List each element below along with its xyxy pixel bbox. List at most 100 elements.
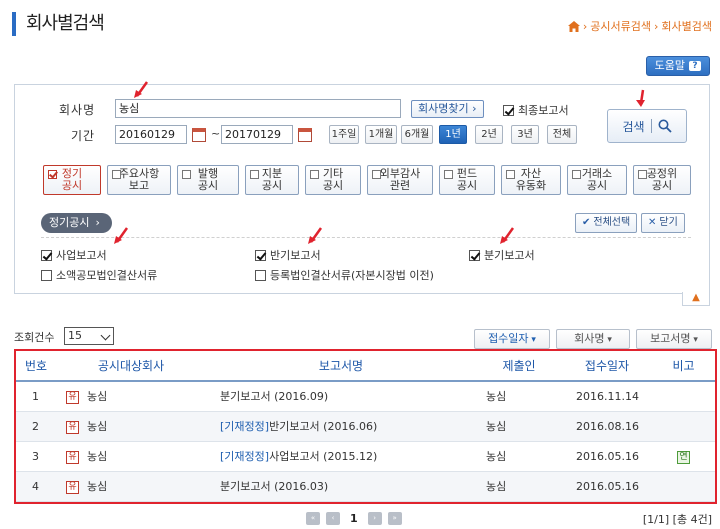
checkbox-icon xyxy=(255,269,266,281)
company-name[interactable]: 농심 xyxy=(87,390,107,403)
securities-market-badge: 유 xyxy=(66,420,79,434)
period-2year-button[interactable]: 2년 xyxy=(475,125,503,144)
prev-page-icon[interactable]: ‹ xyxy=(326,512,340,525)
row-report[interactable]: 분기보고서 (2016.03) xyxy=(206,471,476,502)
breadcrumb-item-1[interactable]: 공시서류검색 xyxy=(590,18,651,34)
row-company[interactable]: 유 농심 xyxy=(56,471,206,502)
checkbox-icon xyxy=(310,170,319,179)
category-label: 공시 xyxy=(322,179,344,192)
home-icon[interactable] xyxy=(567,20,580,32)
report-name[interactable]: 분기보고서 (2016.03) xyxy=(220,480,328,493)
row-report[interactable]: 분기보고서 (2016.09) xyxy=(206,381,476,412)
help-button[interactable]: 도움말 ? xyxy=(645,56,710,76)
company-name[interactable]: 농심 xyxy=(87,420,107,433)
divider xyxy=(650,119,652,133)
option-small-offering[interactable]: 소액공모법인결산서류 xyxy=(41,267,157,283)
row-report[interactable]: [기재정정]반기보고서 (2016.06) xyxy=(206,411,476,442)
next-page-icon[interactable]: › xyxy=(367,512,382,525)
company-find-button[interactable]: 회사명찾기 › xyxy=(411,100,484,118)
category-button[interactable]: 거래소 공시 xyxy=(567,165,627,195)
report-name[interactable]: 분기보고서 (2016.09) xyxy=(220,390,328,403)
row-company[interactable]: 유 농심 xyxy=(56,381,206,412)
option-quarter-report[interactable]: 분기보고서 xyxy=(469,247,535,263)
checkbox-icon xyxy=(638,170,647,179)
row-submitter: 농심 xyxy=(476,441,562,472)
first-page-icon[interactable]: « xyxy=(306,512,320,525)
period-6month-button[interactable]: 6개월 xyxy=(401,125,433,144)
category-button[interactable]: 공정위 공시 xyxy=(633,165,691,195)
close-label: 닫기 xyxy=(659,217,678,228)
period-3year-button[interactable]: 3년 xyxy=(511,125,539,144)
column-header-note: 비고 xyxy=(652,351,715,382)
category-button[interactable]: 펀드 공시 xyxy=(439,165,495,195)
row-company[interactable]: 유 농심 xyxy=(56,411,206,442)
current-page[interactable]: 1 xyxy=(346,512,362,525)
period-label: 기간 xyxy=(71,129,96,143)
company-input[interactable]: 농심 xyxy=(115,99,401,118)
date-from-input[interactable]: 20160129 xyxy=(115,125,187,144)
collapse-button[interactable]: ▲ xyxy=(682,292,710,306)
company-name[interactable]: 농심 xyxy=(87,480,107,493)
company-name[interactable]: 농심 xyxy=(87,450,107,463)
last-page-icon[interactable]: » xyxy=(387,512,402,525)
report-name[interactable]: 반기보고서 (2016.06) xyxy=(269,420,377,433)
category-button[interactable]: 자산 유동화 xyxy=(501,165,561,195)
close-button[interactable]: ✕ 닫기 xyxy=(641,213,685,233)
report-prefix[interactable]: [기재정정] xyxy=(220,450,269,463)
period-1year-button[interactable]: 1년 xyxy=(439,125,467,144)
row-note xyxy=(652,471,715,502)
category-label: 보고 xyxy=(128,179,150,192)
option-registered-corp[interactable]: 등록법인결산서류(자본시장법 이전) xyxy=(255,267,434,283)
option-business-report[interactable]: 사업보고서 xyxy=(41,247,107,263)
table-row[interactable]: 2 유 농심 [기재정정]반기보고서 (2016.06) 농심 2016.08.16 xyxy=(16,411,715,442)
period-1week-button[interactable]: 1주일 xyxy=(329,125,359,144)
table-row[interactable]: 4 유 농심 분기보고서 (2016.03) 농심 2016.05.16 xyxy=(16,471,715,502)
period-1month-button[interactable]: 1개월 xyxy=(365,125,397,144)
securities-market-badge: 유 xyxy=(66,390,79,404)
checkbox-icon xyxy=(250,170,259,179)
column-header-submitter: 제출인 xyxy=(476,351,562,382)
category-label: 공시 xyxy=(261,179,283,192)
column-header-report: 보고서명 xyxy=(206,351,476,382)
consolidated-badge[interactable]: 연 xyxy=(677,450,690,464)
securities-market-badge: 유 xyxy=(66,480,79,494)
row-note xyxy=(652,411,715,442)
sort-report-button[interactable]: 보고서명 xyxy=(636,329,712,349)
row-note: 연 xyxy=(652,441,715,472)
table-row[interactable]: 1 유 농심 분기보고서 (2016.09) 농심 2016.11.14 xyxy=(16,381,715,412)
table-row[interactable]: 3 유 농심 [기재정정]사업보고서 (2015.12) 농심 2016.05.16 연 xyxy=(16,441,715,472)
category-label: 공시 xyxy=(651,179,673,192)
breadcrumb-item-2[interactable]: 회사별검색 xyxy=(661,18,712,34)
category-button[interactable]: 정기 공시 xyxy=(43,165,101,195)
period-all-button[interactable]: 전체 xyxy=(547,125,577,144)
latest-report-checkbox[interactable]: 최종보고서 xyxy=(503,102,569,118)
select-all-button[interactable]: ✔ 전체선택 xyxy=(575,213,638,233)
row-note xyxy=(652,381,715,412)
date-to-input[interactable]: 20170129 xyxy=(221,125,293,144)
search-form: 회사명 농심 회사명찾기 › 최종보고서 기간 20160129 ~ 20170… xyxy=(14,81,710,294)
breadcrumb: › 공시서류검색 › 회사별검색 xyxy=(567,18,712,34)
category-button[interactable]: 발행 공시 xyxy=(177,165,239,195)
red-arrow-icon xyxy=(500,227,515,244)
category-button[interactable]: 외부감사 관련 xyxy=(367,165,433,195)
checkbox-icon xyxy=(572,170,581,179)
search-button[interactable]: 검색 xyxy=(607,109,687,143)
report-prefix[interactable]: [기재정정] xyxy=(220,420,269,433)
option-half-report[interactable]: 반기보고서 xyxy=(255,247,321,263)
category-button[interactable]: 지분 공시 xyxy=(245,165,299,195)
pagination: « ‹ 1 › » xyxy=(306,512,402,525)
calendar-icon[interactable] xyxy=(298,128,312,142)
red-arrow-icon xyxy=(134,81,149,98)
calendar-icon[interactable] xyxy=(192,128,206,142)
category-button[interactable]: 기타 공시 xyxy=(305,165,361,195)
row-company[interactable]: 유 농심 xyxy=(56,441,206,472)
row-report[interactable]: [기재정정]사업보고서 (2015.12) xyxy=(206,441,476,472)
report-name[interactable]: 사업보고서 (2015.12) xyxy=(269,450,377,463)
page-title: 회사별검색 xyxy=(12,12,105,36)
check-icon: ✔ xyxy=(582,217,591,228)
count-select[interactable]: 15 xyxy=(64,327,114,345)
sort-company-button[interactable]: 회사명 xyxy=(556,329,630,349)
sort-date-button[interactable]: 접수일자 xyxy=(474,329,550,349)
select-all-label: 전체선택 xyxy=(593,217,631,228)
category-button[interactable]: 주요사항 보고 xyxy=(107,165,171,195)
